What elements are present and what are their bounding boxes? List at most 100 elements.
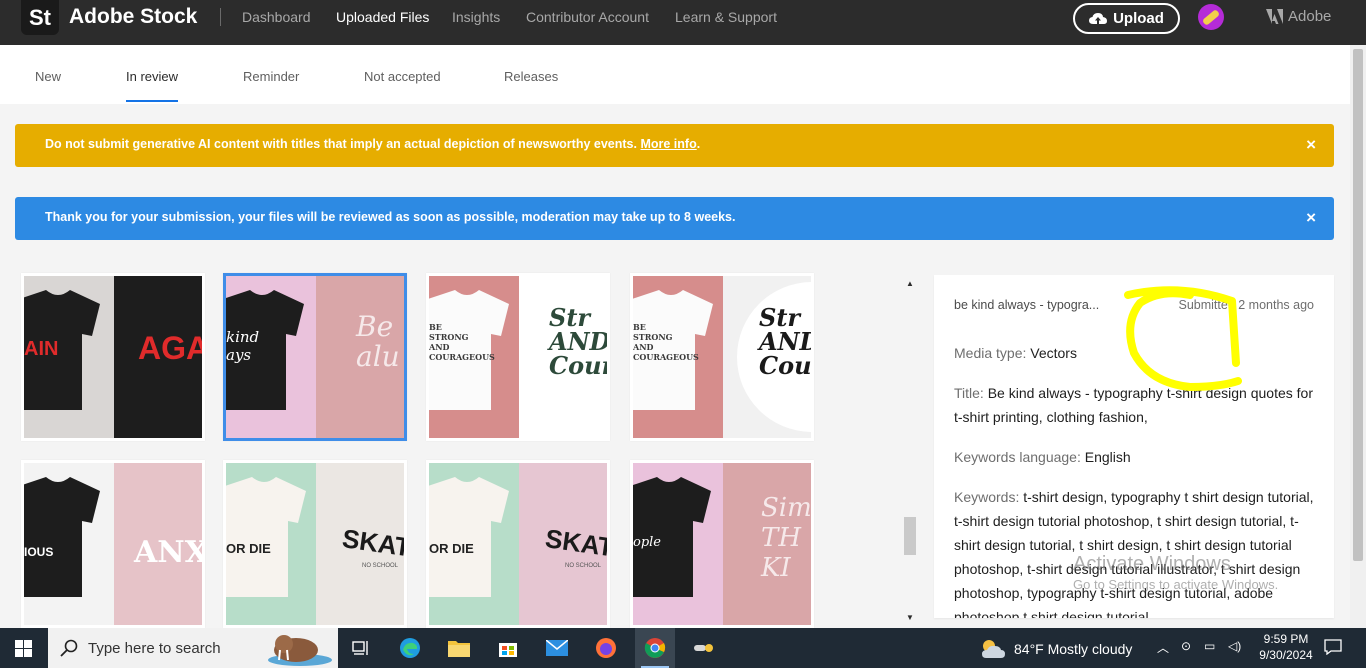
user-avatar[interactable] bbox=[1198, 4, 1224, 30]
adobe-menu[interactable]: Adobe bbox=[1266, 8, 1331, 25]
thumb-subtext: NO SCHOOL bbox=[565, 563, 602, 569]
thumb-text-left: BE STRONG AND COURAGEOUS bbox=[633, 322, 699, 362]
upload-button[interactable]: Upload bbox=[1073, 3, 1180, 34]
microsoft-store-icon[interactable] bbox=[488, 634, 528, 662]
thumbnail-5[interactable]: IOUS ANX bbox=[21, 460, 205, 628]
thumb-text-left: ople bbox=[633, 535, 661, 550]
white-tshirt-icon bbox=[226, 477, 306, 597]
submission-info-banner: Thank you for your submission, your file… bbox=[15, 197, 1334, 240]
nav-contributor-account[interactable]: Contributor Account bbox=[526, 9, 649, 25]
brand-name[interactable]: Adobe Stock bbox=[69, 5, 197, 29]
tab-reminder[interactable]: Reminder bbox=[243, 69, 299, 84]
thumb-text-left: AIN bbox=[24, 338, 59, 360]
file-detail-panel: be kind always - typogra... Submitted 2 … bbox=[934, 275, 1334, 618]
windows-start-icon[interactable] bbox=[15, 640, 32, 657]
thumbnail-3[interactable]: BE STRONG AND COURAGEOUS Str AND Coura bbox=[426, 273, 610, 441]
scroll-up-arrow-icon[interactable]: ▲ bbox=[906, 279, 914, 288]
tab-releases[interactable]: Releases bbox=[504, 69, 558, 84]
chrome-icon[interactable] bbox=[635, 628, 675, 668]
warning-tail: . bbox=[696, 137, 701, 151]
thumb-panel-left: OR DIE bbox=[429, 463, 519, 625]
firefox-icon[interactable] bbox=[586, 634, 626, 662]
top-header: St Adobe Stock Dashboard Uploaded Files … bbox=[0, 0, 1366, 45]
thumbnail-6[interactable]: OR DIE SKATE NO SCHOOL bbox=[223, 460, 407, 628]
title-value: Be kind always - typography t-shirt desi… bbox=[954, 385, 1313, 425]
app-shortcut-icon[interactable] bbox=[684, 634, 724, 662]
warning-text: Do not submit generative AI content with… bbox=[45, 137, 637, 151]
thumb-panel-left: kind ays bbox=[226, 276, 316, 438]
edge-browser-icon[interactable] bbox=[390, 634, 430, 662]
task-view-icon[interactable] bbox=[341, 634, 381, 662]
adobe-label: Adobe bbox=[1288, 8, 1332, 25]
notification-center-icon[interactable] bbox=[1324, 639, 1342, 655]
active-tab-indicator bbox=[126, 100, 178, 102]
chevron-up-icon[interactable]: ︿ bbox=[1157, 639, 1169, 656]
tab-not-accepted[interactable]: Not accepted bbox=[364, 69, 441, 84]
nav-uploaded-files[interactable]: Uploaded Files bbox=[336, 9, 429, 25]
thumbnail-1[interactable]: AIN AGA bbox=[21, 273, 205, 441]
file-explorer-icon[interactable] bbox=[439, 634, 479, 662]
partly-cloudy-icon bbox=[982, 640, 1005, 658]
more-info-link[interactable]: More info bbox=[640, 137, 696, 151]
page-scrollbar[interactable] bbox=[1350, 45, 1366, 628]
thumb-text-right: SKATE bbox=[340, 523, 407, 565]
thumb-panel-right: Str AND Coura bbox=[519, 276, 610, 438]
mail-icon[interactable] bbox=[537, 634, 577, 662]
nav-insights[interactable]: Insights bbox=[452, 9, 500, 25]
thumb-panel-right: ANX bbox=[114, 463, 205, 625]
thumb-text-right: Str AND Coura bbox=[549, 303, 610, 380]
thumb-panel-left: BE STRONG AND COURAGEOUS bbox=[633, 276, 723, 438]
thumb-panel-right: Str AND Coura bbox=[723, 276, 812, 438]
keywords-label: Keywords: bbox=[954, 489, 1020, 505]
thumbnail-7[interactable]: OR DIE SKATE NO SCHOOL bbox=[426, 460, 610, 628]
taskbar-search-box[interactable]: Type here to search bbox=[48, 628, 338, 668]
network-icon[interactable]: ▭ bbox=[1204, 639, 1215, 653]
volume-icon[interactable]: ◁) bbox=[1228, 639, 1241, 653]
upload-label: Upload bbox=[1113, 10, 1164, 27]
onedrive-icon[interactable]: ⊙ bbox=[1181, 639, 1191, 653]
detail-file-name: be kind always - typogra... bbox=[954, 298, 1100, 312]
thumb-text-right: Str AND Coura bbox=[759, 303, 812, 380]
warning-message: Do not submit generative AI content with… bbox=[45, 137, 700, 151]
info-message: Thank you for your submission, your file… bbox=[45, 210, 736, 224]
search-icon bbox=[60, 639, 78, 657]
adobe-stock-logo[interactable]: St bbox=[21, 0, 59, 35]
thumb-text-left: OR DIE bbox=[226, 541, 271, 556]
thumb-panel-left: BE STRONG AND COURAGEOUS bbox=[429, 276, 519, 438]
scroll-down-arrow-icon[interactable]: ▼ bbox=[906, 613, 914, 622]
thumb-subtext: NO SCHOOL bbox=[362, 563, 399, 569]
search-placeholder: Type here to search bbox=[88, 640, 221, 657]
grid-scroll-thumb[interactable] bbox=[904, 517, 916, 555]
page-scroll-thumb[interactable] bbox=[1353, 49, 1363, 561]
keywords-value: t-shirt design, typography t shirt desig… bbox=[954, 489, 1314, 618]
thumbnail-8[interactable]: ople Sim TH KI bbox=[630, 460, 814, 628]
keywords-language-row: Keywords language: English bbox=[954, 445, 1314, 469]
thumb-text-left: OR DIE bbox=[429, 541, 474, 556]
thumb-panel-left: AIN bbox=[24, 276, 114, 438]
grid-scrollbar[interactable]: ▲ ▼ bbox=[903, 277, 917, 622]
thumb-text-left: BE STRONG AND COURAGEOUS bbox=[429, 322, 495, 362]
clock-date: 9/30/2024 bbox=[1259, 648, 1313, 662]
system-clock[interactable]: 9:59 PM 9/30/2024 bbox=[1253, 631, 1319, 663]
thumb-panel-left: IOUS bbox=[24, 463, 114, 625]
keywords-language-value: English bbox=[1084, 449, 1131, 465]
nav-divider bbox=[220, 8, 221, 26]
title-row: Title: Be kind always - typography t-shi… bbox=[954, 381, 1314, 429]
thumbnail-4[interactable]: BE STRONG AND COURAGEOUS Str AND Coura bbox=[630, 273, 814, 441]
tab-new[interactable]: New bbox=[35, 69, 61, 84]
weather-widget[interactable]: 84°F Mostly cloudy bbox=[980, 638, 1132, 660]
media-type-row: Media type: Vectors bbox=[954, 341, 1314, 365]
media-type-label: Media type: bbox=[954, 345, 1027, 361]
nav-dashboard[interactable]: Dashboard bbox=[242, 9, 311, 25]
tab-in-review[interactable]: In review bbox=[126, 69, 178, 84]
thumb-text-left: IOUS bbox=[24, 545, 54, 559]
close-warning-button[interactable]: × bbox=[1306, 135, 1316, 155]
thumb-text-right: ANX bbox=[134, 535, 205, 570]
black-tshirt-icon bbox=[24, 477, 100, 597]
close-info-button[interactable]: × bbox=[1306, 208, 1316, 228]
weather-text: 84°F Mostly cloudy bbox=[1014, 641, 1133, 657]
thumbnail-2-selected[interactable]: kind ays Be alu bbox=[223, 273, 407, 441]
thumb-text-right: Sim TH KI bbox=[761, 493, 812, 583]
thumb-text-right: AGA bbox=[138, 330, 205, 366]
nav-learn-support[interactable]: Learn & Support bbox=[675, 9, 777, 25]
